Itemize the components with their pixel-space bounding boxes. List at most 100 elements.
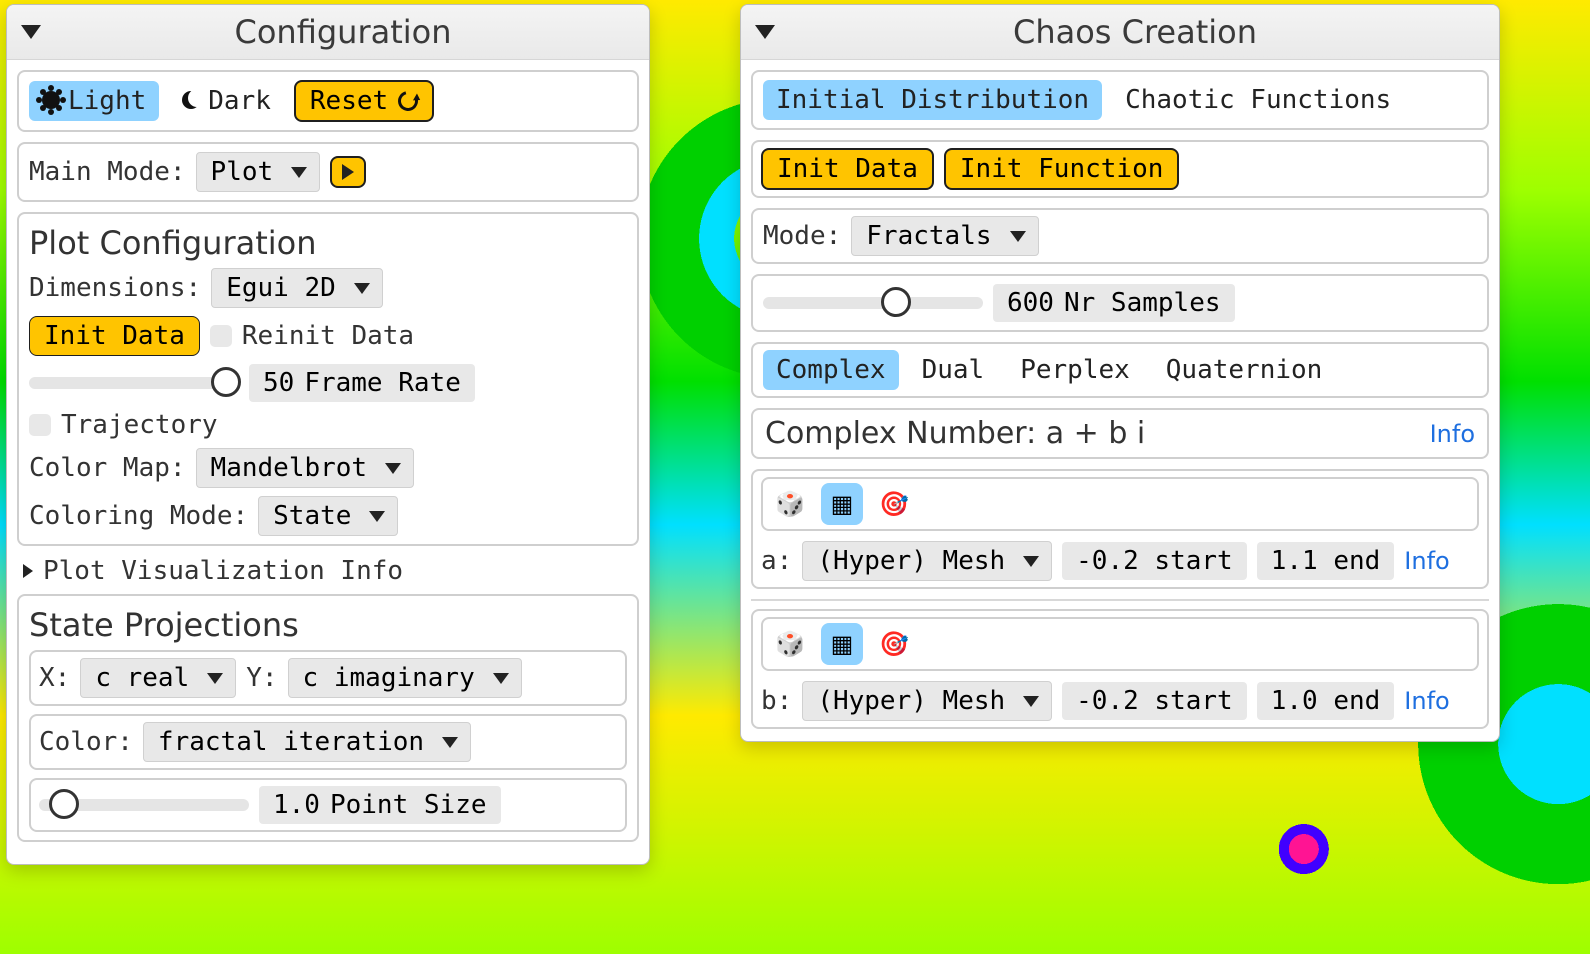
param-a-dist-value: (Hyper) Mesh xyxy=(817,546,1005,576)
number-type-dual[interactable]: Dual xyxy=(909,350,998,390)
axis-select-frame: X: c real Y: c imaginary xyxy=(29,650,627,706)
y-axis-select[interactable]: c imaginary xyxy=(288,658,522,698)
separator xyxy=(751,599,1489,601)
target-icon[interactable]: 🎯 xyxy=(873,623,915,665)
reset-label: Reset xyxy=(310,86,388,116)
color-map-select[interactable]: Mandelbrot xyxy=(196,448,415,488)
theme-reset-frame: Light Dark Reset xyxy=(17,70,639,132)
chevron-down-icon xyxy=(207,673,223,684)
point-size-value[interactable]: 1.0 Point Size xyxy=(259,786,501,824)
theme-dark-label: Dark xyxy=(208,86,271,116)
plot-configuration-title: Plot Configuration xyxy=(29,224,627,262)
param-a-start[interactable]: -0.2 start xyxy=(1062,542,1247,580)
chaos-tabs-frame: Initial Distribution Chaotic Functions xyxy=(751,70,1489,130)
param-a-frame: 🎲 ▦ 🎯 a: (Hyper) Mesh -0.2 start 1.1 end… xyxy=(751,469,1489,589)
init-data-button[interactable]: Init Data xyxy=(761,148,934,190)
dimensions-select[interactable]: Egui 2D xyxy=(211,268,383,308)
param-b-end[interactable]: 1.0 end xyxy=(1257,682,1395,720)
theme-dark-chip[interactable]: Dark xyxy=(169,81,284,121)
chevron-down-icon xyxy=(493,673,509,684)
init-data-button[interactable]: Init Data xyxy=(29,316,200,356)
chaos-titlebar[interactable]: Chaos Creation xyxy=(741,5,1499,60)
theme-light-chip[interactable]: Light xyxy=(29,81,159,121)
target-icon[interactable]: 🎯 xyxy=(873,483,915,525)
chevron-down-icon xyxy=(1023,696,1039,707)
play-icon xyxy=(342,164,354,180)
number-type-perplex[interactable]: Perplex xyxy=(1007,350,1143,390)
trajectory-checkbox[interactable] xyxy=(29,414,51,436)
dimensions-label: Dimensions: xyxy=(29,273,201,303)
chaos-creation-window: Chaos Creation Initial Distribution Chao… xyxy=(740,4,1500,742)
coloring-mode-select[interactable]: State xyxy=(258,496,398,536)
samples-frame: 600 Nr Samples xyxy=(751,274,1489,332)
state-projections-frame: State Projections X: c real Y: c imagina… xyxy=(17,594,639,842)
number-type-complex[interactable]: Complex xyxy=(763,350,899,390)
param-b-dist-select[interactable]: (Hyper) Mesh xyxy=(802,681,1052,721)
collapse-icon[interactable] xyxy=(755,25,775,39)
collapse-icon[interactable] xyxy=(21,25,41,39)
mode-select[interactable]: Fractals xyxy=(851,216,1038,256)
init-buttons-frame: Init Data Init Function xyxy=(751,140,1489,198)
plot-visualization-info-toggle[interactable]: Plot Visualization Info xyxy=(23,556,639,586)
grid-icon[interactable]: ▦ xyxy=(821,483,863,525)
samples-value[interactable]: 600 Nr Samples xyxy=(993,284,1235,322)
color-label: Color: xyxy=(39,727,133,757)
color-map-value: Mandelbrot xyxy=(211,453,368,483)
coloring-mode-value: State xyxy=(273,501,351,531)
param-b-dist-value: (Hyper) Mesh xyxy=(817,686,1005,716)
x-axis-value: c real xyxy=(95,663,189,693)
theme-light-label: Light xyxy=(68,86,146,116)
param-a-name: a: xyxy=(761,546,792,576)
complex-header-frame: Complex Number: a + b i Info xyxy=(751,408,1489,459)
chevron-down-icon xyxy=(354,283,370,294)
frame-rate-value[interactable]: 50 Frame Rate xyxy=(249,364,475,402)
x-axis-label: X: xyxy=(39,663,70,693)
chevron-down-icon xyxy=(1010,231,1026,242)
y-axis-value: c imaginary xyxy=(303,663,475,693)
color-value: fractal iteration xyxy=(158,727,424,757)
play-button[interactable] xyxy=(330,156,366,188)
chevron-down-icon xyxy=(1023,556,1039,567)
dice-icon[interactable]: 🎲 xyxy=(769,483,811,525)
tab-initial-distribution[interactable]: Initial Distribution xyxy=(763,80,1102,120)
main-mode-select[interactable]: Plot xyxy=(196,152,321,192)
reinit-data-label: Reinit Data xyxy=(242,321,414,351)
mode-value: Fractals xyxy=(866,221,991,251)
number-type-frame: Complex Dual Perplex Quaternion xyxy=(751,342,1489,398)
frame-rate-number: 50 xyxy=(263,368,294,398)
mode-label: Mode: xyxy=(763,221,841,251)
frame-rate-slider[interactable] xyxy=(29,372,239,394)
configuration-titlebar[interactable]: Configuration xyxy=(7,5,649,60)
reinit-data-checkbox[interactable] xyxy=(210,325,232,347)
main-mode-frame: Main Mode: Plot xyxy=(17,142,639,202)
number-type-quaternion[interactable]: Quaternion xyxy=(1153,350,1336,390)
param-b-toolbar: 🎲 ▦ 🎯 xyxy=(761,617,1479,671)
grid-icon[interactable]: ▦ xyxy=(821,623,863,665)
reset-button[interactable]: Reset xyxy=(294,80,434,122)
chevron-down-icon xyxy=(442,737,458,748)
point-size-number: 1.0 xyxy=(273,790,320,820)
chevron-down-icon xyxy=(291,167,307,178)
x-axis-select[interactable]: c real xyxy=(80,658,236,698)
param-b-start[interactable]: -0.2 start xyxy=(1062,682,1247,720)
param-b-name: b: xyxy=(761,686,792,716)
param-a-dist-select[interactable]: (Hyper) Mesh xyxy=(802,541,1052,581)
param-a-info-link[interactable]: Info xyxy=(1404,547,1449,575)
complex-info-link[interactable]: Info xyxy=(1430,420,1475,448)
moon-icon xyxy=(182,86,200,116)
param-a-end[interactable]: 1.1 end xyxy=(1257,542,1395,580)
dice-icon[interactable]: 🎲 xyxy=(769,623,811,665)
configuration-window: Configuration Light Dark Reset xyxy=(6,4,650,865)
point-size-frame: 1.0 Point Size xyxy=(29,778,627,832)
point-size-slider[interactable] xyxy=(39,794,249,816)
tab-chaotic-functions[interactable]: Chaotic Functions xyxy=(1112,80,1404,120)
color-select[interactable]: fractal iteration xyxy=(143,722,471,762)
configuration-title: Configuration xyxy=(51,13,635,51)
plot-configuration-frame: Plot Configuration Dimensions: Egui 2D I… xyxy=(17,212,639,546)
samples-slider[interactable] xyxy=(763,292,983,314)
frame-rate-unit: Frame Rate xyxy=(304,368,461,398)
param-b-frame: 🎲 ▦ 🎯 b: (Hyper) Mesh -0.2 start 1.0 end… xyxy=(751,609,1489,729)
init-function-button[interactable]: Init Function xyxy=(944,148,1180,190)
samples-number: 600 xyxy=(1007,288,1054,318)
param-b-info-link[interactable]: Info xyxy=(1404,687,1449,715)
